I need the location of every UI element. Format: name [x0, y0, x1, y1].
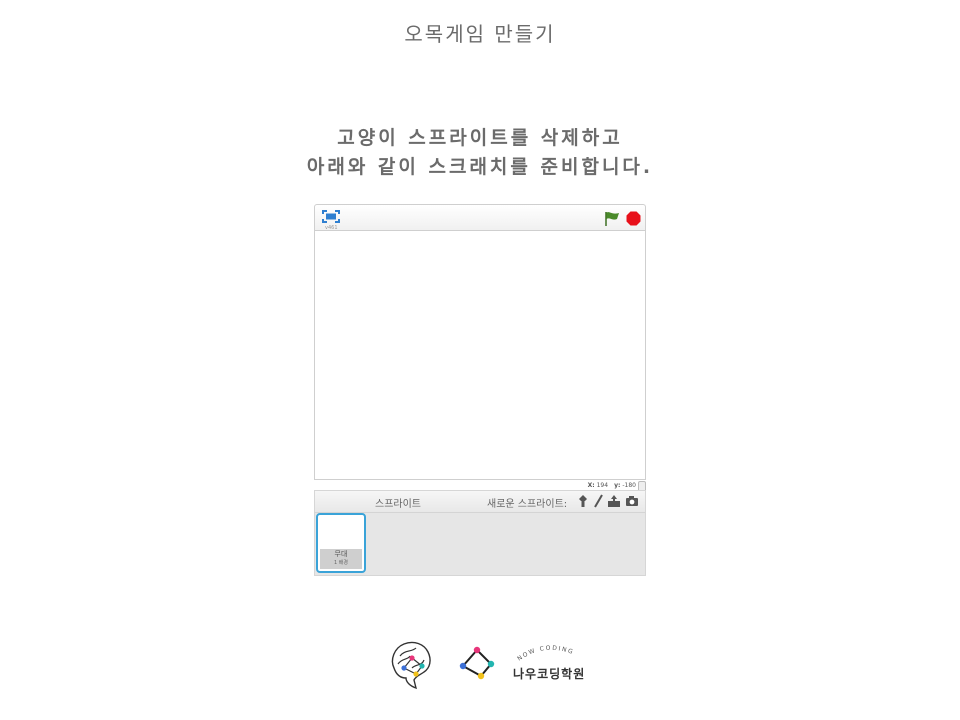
- coord-x-label: X:: [587, 482, 595, 489]
- fullscreen-icon[interactable]: [322, 210, 340, 223]
- coord-x-value: 194: [596, 482, 609, 489]
- brand-arc-label: NOW CODING: [516, 645, 573, 662]
- upload-sprite-icon[interactable]: [607, 494, 621, 508]
- brand-name: 나우코딩학원: [513, 667, 586, 681]
- stage-thumbnail-label: 무대 1 배경: [320, 549, 362, 569]
- stage-column-header: [315, 491, 368, 513]
- slide-title: 오목게임 만들기: [404, 22, 556, 46]
- stage-canvas[interactable]: [314, 230, 646, 480]
- mouse-coordinates: X: 194 y: -180: [588, 482, 636, 489]
- sprites-label: 스프라이트: [375, 499, 421, 510]
- instruction-line-2: 아래와 같이 스크래치를 준비합니다.: [306, 156, 654, 178]
- instructions: 고양이 스프라이트를 삭제하고 아래와 같이 스크래치를 준비합니다.: [0, 124, 960, 182]
- coord-y-label: y:: [614, 482, 621, 489]
- nowcoding-mark-icon: [459, 646, 495, 680]
- camera-icon[interactable]: [625, 494, 639, 508]
- new-sprite-label: 새로운 스프라이트:: [487, 499, 568, 510]
- stage-toolbar: v461: [314, 204, 646, 231]
- instruction-line-1: 고양이 스프라이트를 삭제하고: [337, 127, 623, 149]
- green-flag-icon[interactable]: [604, 211, 620, 226]
- paint-brush-icon[interactable]: [593, 494, 603, 508]
- sprite-pane: 스프라이트 새로운 스프라이트: 무대 1 배경: [314, 490, 646, 576]
- sprite-pane-header: 스프라이트 새로운 스프라이트:: [367, 491, 645, 513]
- stage-thumbnail[interactable]: 무대 1 배경: [316, 513, 366, 573]
- coord-y-value: -180: [622, 482, 636, 489]
- stage-thumb-title: 무대: [334, 550, 348, 558]
- sprite-library-icon[interactable]: [577, 494, 589, 508]
- stage-thumb-subtitle: 1 배경: [334, 560, 348, 566]
- svg-text:NOW CODING: NOW CODING: [516, 645, 575, 662]
- brand-arc-text: NOW CODING: [516, 645, 575, 662]
- brain-logo-icon: [391, 641, 431, 690]
- scratch-stage: v461 X: 194 y: -180: [314, 204, 646, 496]
- stop-icon[interactable]: [626, 211, 641, 226]
